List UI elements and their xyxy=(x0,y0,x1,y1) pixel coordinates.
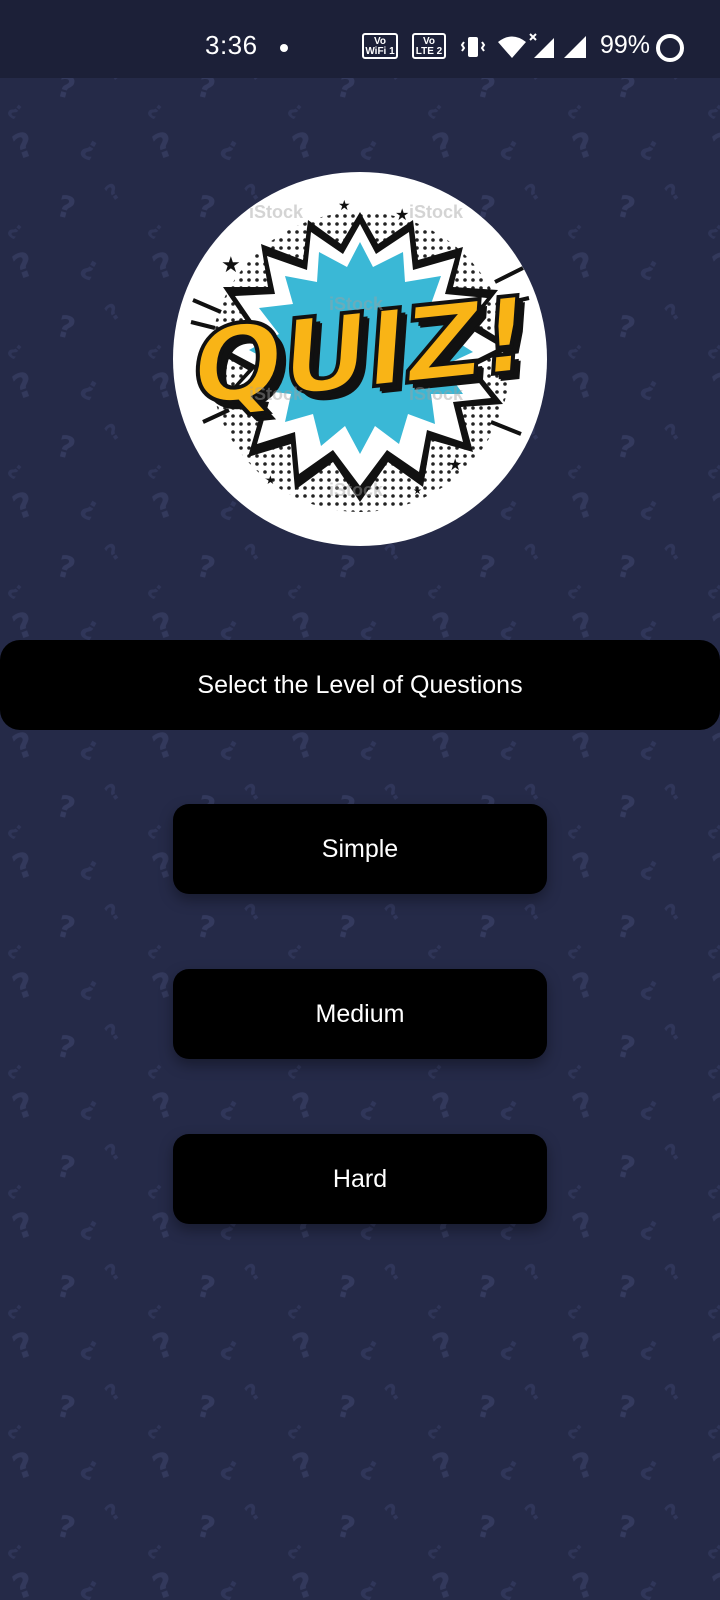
watermark: iStock xyxy=(249,202,304,222)
svg-text:★: ★ xyxy=(413,486,422,497)
simple-level-button[interactable]: Simple xyxy=(173,804,547,894)
status-bar: 3:36 Vo WiFi 1 Vo LTE 2 99% xyxy=(0,0,720,78)
vowifi-icon: Vo WiFi 1 xyxy=(362,33,398,59)
watermark: iStock xyxy=(329,480,384,500)
watermark: iStock xyxy=(329,294,384,314)
svg-text:★: ★ xyxy=(448,457,462,474)
vibrate-icon xyxy=(460,37,486,57)
watermark: iStock xyxy=(249,384,304,404)
hard-level-button[interactable]: Hard xyxy=(173,1134,547,1224)
medium-level-button[interactable]: Medium xyxy=(173,969,547,1059)
wifi-icon xyxy=(498,36,526,58)
svg-text:★: ★ xyxy=(221,252,241,277)
quiz-logo: ★ ★ ★ ★ ★ ★ QUIZ! iStock iStock iStock i… xyxy=(173,172,547,546)
watermark: iStock xyxy=(409,202,464,222)
status-time: 3:36 xyxy=(205,30,258,60)
volte-icon: Vo LTE 2 xyxy=(412,33,446,59)
battery-icon xyxy=(656,34,684,62)
signal-x-icon xyxy=(529,33,554,58)
notification-dot-icon xyxy=(280,44,288,52)
svg-text:★: ★ xyxy=(265,473,276,487)
watermark: iStock xyxy=(409,384,464,404)
signal-icon xyxy=(564,36,586,58)
svg-text:★: ★ xyxy=(395,207,409,224)
svg-text:★: ★ xyxy=(338,197,351,213)
select-level-header: Select the Level of Questions xyxy=(0,640,720,730)
battery-percent: 99% xyxy=(600,31,651,59)
